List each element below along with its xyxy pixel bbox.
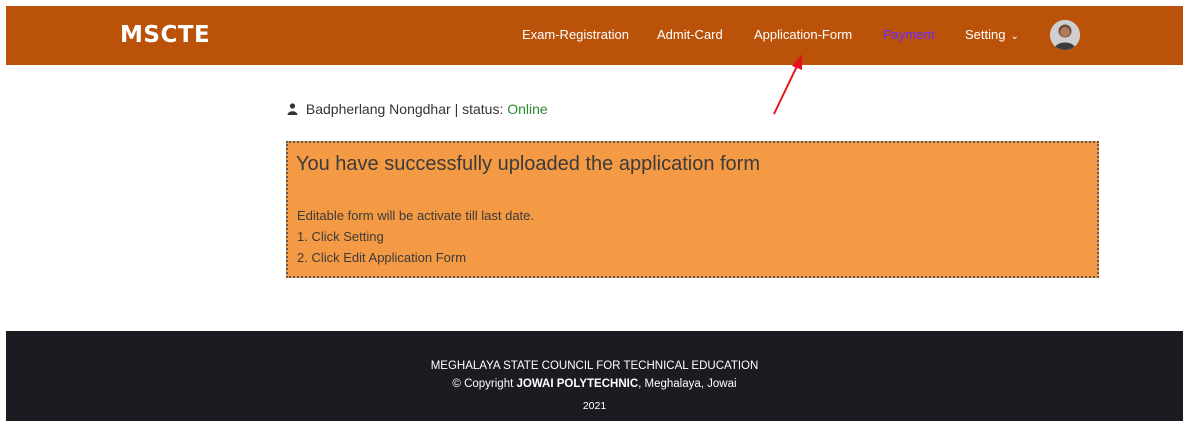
page-footer: MEGHALAYA STATE COUNCIL FOR TECHNICAL ED… [6,331,1183,421]
alert-title: You have successfully uploaded the appli… [296,153,761,175]
institution-location: , Meghalaya, Jowai [638,378,737,390]
alert-note: Editable form will be activate till last… [297,208,534,223]
user-name: Badpherlang Nongdhar [305,101,451,117]
footer-year: 2021 [582,400,607,412]
user-icon [287,103,298,115]
nav-application-form[interactable]: Application-Form [754,27,852,42]
chevron-down-icon: ⌄ [1010,31,1019,42]
footer-council-name: MEGHALAYA STATE COUNCIL FOR TECHNICAL ED… [430,360,759,372]
avatar-image [1050,20,1080,50]
nav-payment[interactable]: Payment [883,27,934,42]
separator: | [454,101,459,117]
user-status-line: Badpherlang Nongdhar | status: Online [287,101,548,117]
top-navbar: MSCTE Exam-Registration Admit-Card Appli… [6,6,1183,65]
brand-logo[interactable]: MSCTE [120,22,210,48]
alert-step-2: 2. Click Edit Application Form [297,250,467,265]
nav-exam-registration[interactable]: Exam-Registration [522,27,629,42]
copyright-prefix: © Copyright [452,378,514,390]
institution-name: JOWAI POLYTECHNIC [516,378,639,390]
user-avatar[interactable] [1050,20,1080,50]
success-alert: You have successfully uploaded the appli… [286,141,1099,278]
footer-copyright: © Copyright JOWAI POLYTECHNIC, Meghalaya… [6,378,1183,390]
status-badge: Online [507,101,548,117]
nav-setting-dropdown[interactable]: Setting ⌄ [965,27,1019,42]
nav-admit-card[interactable]: Admit-Card [657,27,723,42]
nav-setting-label: Setting [965,27,1006,42]
status-label: status: [462,101,504,117]
alert-step-1: 1. Click Setting [297,229,384,244]
